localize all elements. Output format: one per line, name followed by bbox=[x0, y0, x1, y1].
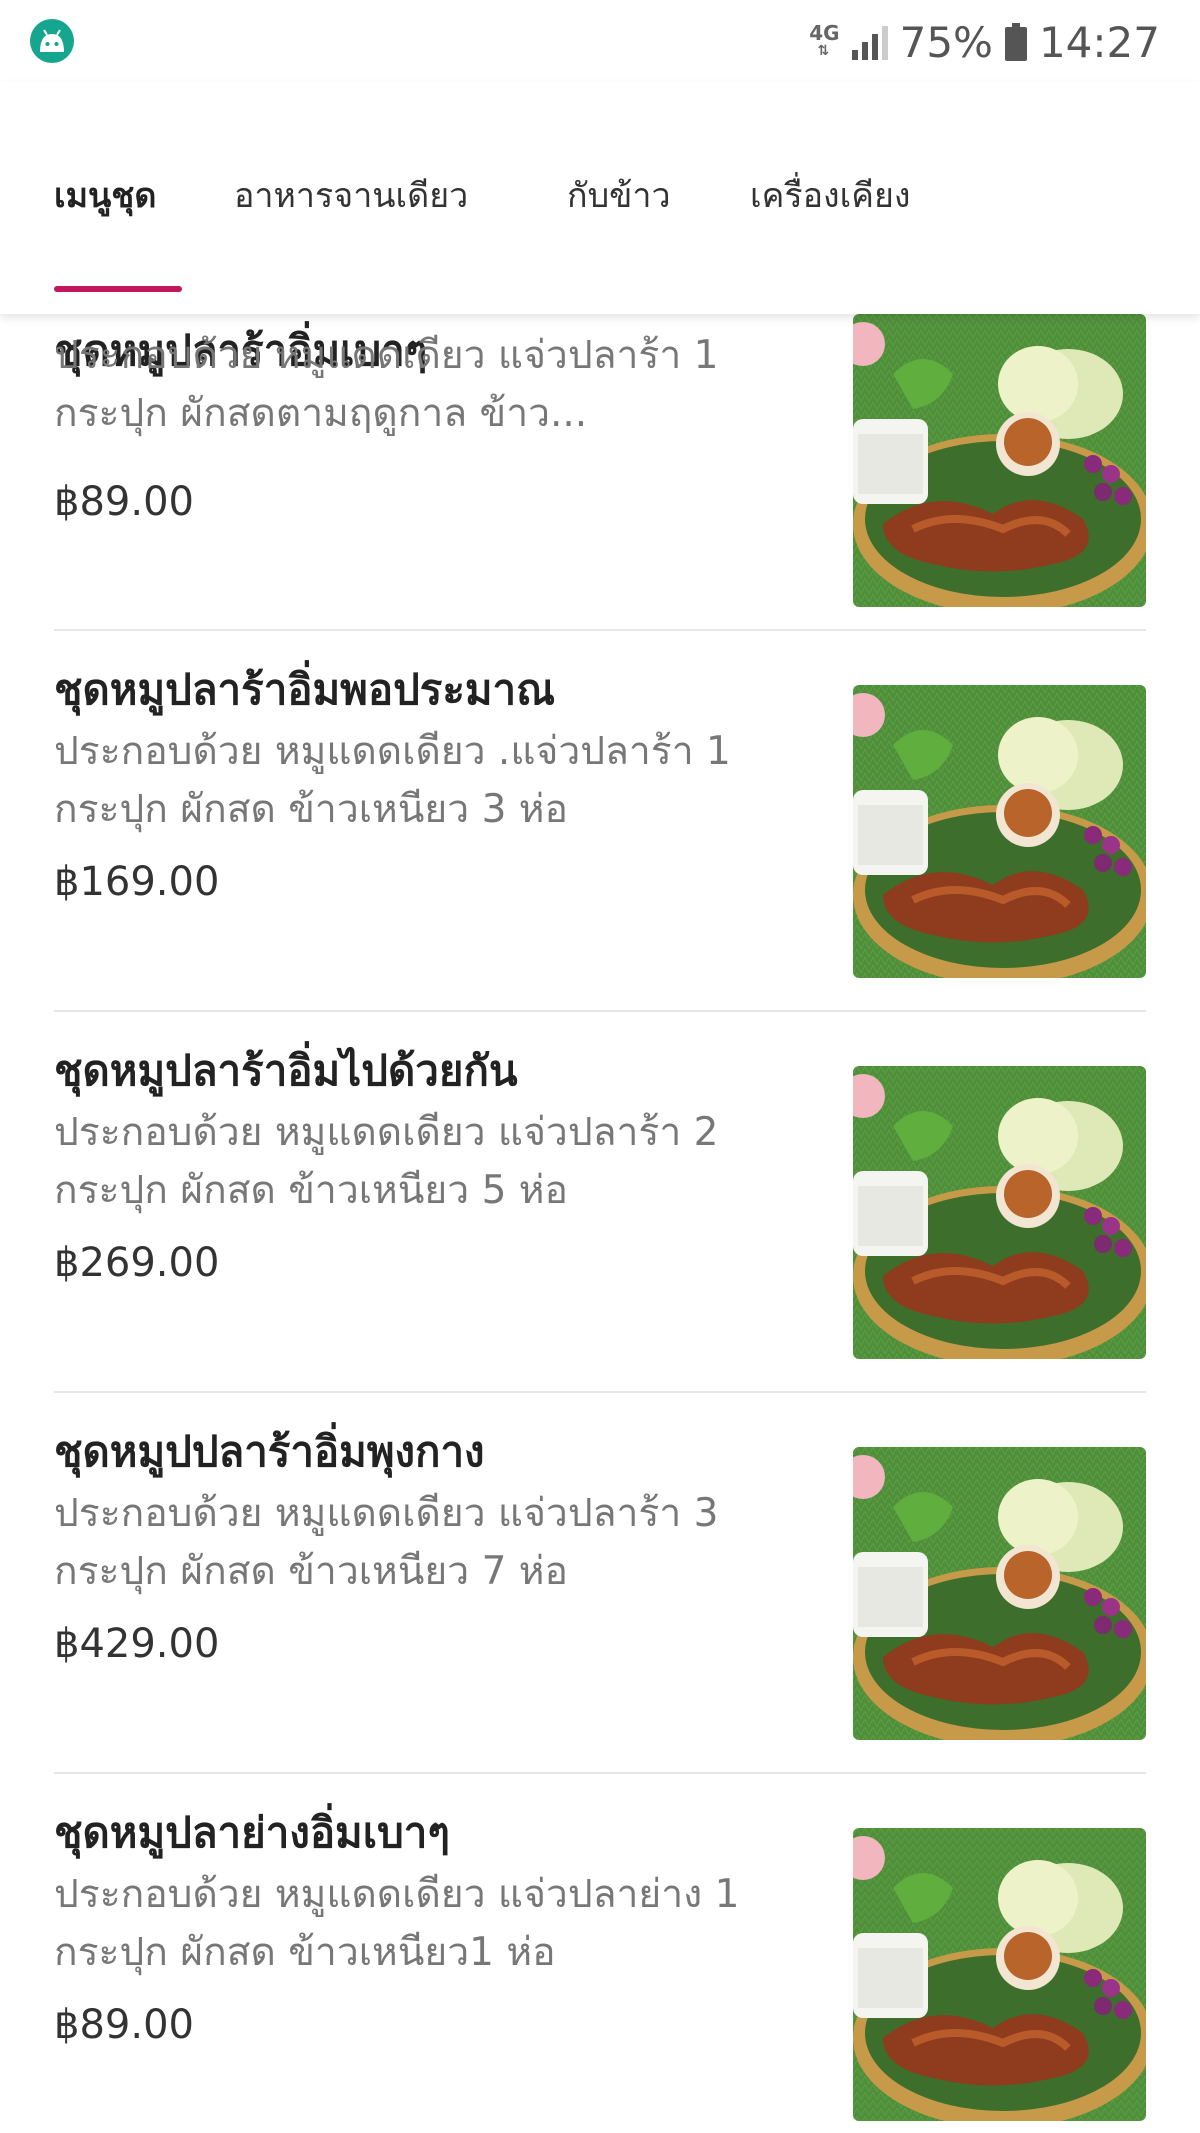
menu-item-price: ฿429.00 bbox=[54, 1621, 220, 1667]
food-photo bbox=[853, 685, 1146, 978]
menu-item-list: ชุดหมูปลาร้าอิ่มเบาๆ ประกอบด้วย หมูแดดเด… bbox=[0, 314, 1200, 2133]
menu-item-description: ประกอบด้วย หมูแดดเดียว .แจ่วปลาร้า 1 กระ… bbox=[54, 729, 731, 832]
menu-item-description: ประกอบด้วย หมูแดดเดียว แจ่วปลาร้า 1 กระป… bbox=[54, 333, 719, 436]
menu-item[interactable]: ชุดหมูปลาร้าอิ่มไปด้วยกัน ประกอบด้วย หมู… bbox=[54, 1012, 1146, 1393]
tab-with-rice[interactable]: กับข้าว bbox=[567, 168, 671, 222]
food-photo bbox=[853, 1447, 1146, 1740]
menu-item-title: ชุดหมูปลาร้าอิ่มพอประมาณ bbox=[54, 665, 556, 714]
android-app-icon bbox=[30, 19, 74, 63]
food-photo bbox=[853, 314, 1146, 607]
menu-item-title: ชุดหมูปลาย่างอิ่มเบาๆ bbox=[54, 1808, 450, 1857]
category-tab-bar: เมนูชุด อาหารจานเดียว กับข้าว เครื่องเคี… bbox=[0, 82, 1200, 314]
menu-item[interactable]: ชุดหมูปปลาร้าอิ่มพุงกาง ประกอบด้วย หมูแด… bbox=[54, 1393, 1146, 1774]
battery-icon bbox=[1004, 23, 1027, 61]
menu-item-description: ประกอบด้วย หมูแดดเดียว แจ่วปลาร้า 2 กระป… bbox=[54, 1110, 719, 1213]
tab-side-dishes[interactable]: เครื่องเคียง bbox=[750, 168, 911, 222]
menu-item-title: ชุดหมูปปลาร้าอิ่มพุงกาง bbox=[54, 1427, 485, 1476]
food-photo bbox=[853, 1066, 1146, 1359]
menu-item-price: ฿269.00 bbox=[54, 1240, 220, 1286]
food-photo bbox=[853, 1828, 1146, 2121]
battery-percent: 75% bbox=[899, 17, 993, 67]
status-bar: 4G ⇅ 75% 14:27 bbox=[0, 0, 1200, 82]
clock: 14:27 bbox=[1038, 17, 1160, 67]
menu-item-description: ประกอบด้วย หมูแดดเดียว แจ่วปลาร้า 3 กระป… bbox=[54, 1491, 719, 1594]
tab-set-menu[interactable]: เมนูชุด bbox=[54, 168, 156, 222]
menu-item-price: ฿169.00 bbox=[54, 859, 220, 905]
menu-item[interactable]: ชุดหมูปลาย่างอิ่มเบาๆ ประกอบด้วย หมูแดดเ… bbox=[54, 1774, 1146, 2133]
tab-single-dish[interactable]: อาหารจานเดียว bbox=[234, 168, 468, 222]
network-4g-icon: 4G ⇅ bbox=[809, 21, 840, 59]
menu-item[interactable]: ชุดหมูปลาร้าอิ่มเบาๆ ประกอบด้วย หมูแดดเด… bbox=[54, 314, 1146, 631]
menu-item-price: ฿89.00 bbox=[54, 2002, 194, 2048]
active-tab-indicator bbox=[54, 286, 182, 292]
menu-item[interactable]: ชุดหมูปลาร้าอิ่มพอประมาณ ประกอบด้วย หมูแ… bbox=[54, 631, 1146, 1012]
signal-icon bbox=[851, 24, 888, 60]
menu-item-price: ฿89.00 bbox=[54, 479, 194, 525]
menu-item-title: ชุดหมูปลาร้าอิ่มไปด้วยกัน bbox=[54, 1046, 518, 1095]
menu-item-description: ประกอบด้วย หมูแดดเดียว แจ่วปลาย่าง 1 กระ… bbox=[54, 1872, 740, 1975]
